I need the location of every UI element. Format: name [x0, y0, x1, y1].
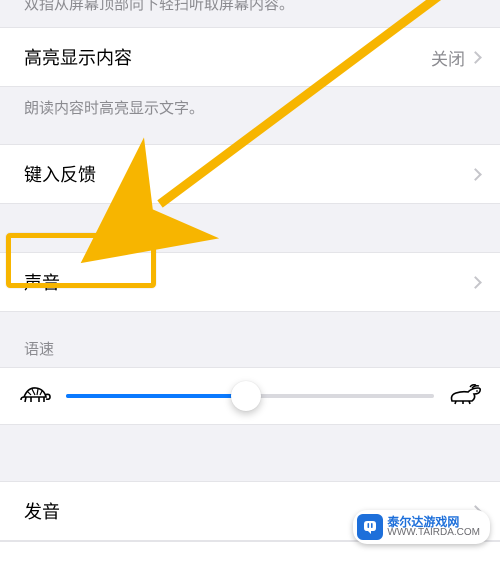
chevron-right-icon	[469, 276, 482, 289]
top-hint: 双指从屏幕顶部向下轻扫听取屏幕内容。	[0, 0, 500, 27]
row-value: 关闭	[431, 45, 465, 70]
row-label: 高亮显示内容	[24, 44, 431, 70]
watermark-badge: 泰尔达游戏网 WWW.TAIRDA.COM	[353, 510, 490, 544]
watermark-icon	[357, 514, 383, 540]
row-label: 声音	[24, 269, 471, 295]
rate-header: 语速	[0, 312, 500, 367]
row-highlight-content[interactable]: 高亮显示内容 关闭	[0, 28, 500, 86]
slider-thumb[interactable]	[231, 381, 261, 411]
chevron-right-icon	[469, 51, 482, 64]
partial-row	[0, 541, 500, 562]
slider-fill	[66, 394, 246, 398]
row-voice[interactable]: 声音	[0, 253, 500, 311]
chevron-right-icon	[469, 168, 482, 181]
row-label: 键入反馈	[24, 161, 471, 187]
group-voice: 声音	[0, 252, 500, 312]
highlight-footer: 朗读内容时高亮显示文字。	[0, 87, 500, 118]
hare-icon	[448, 383, 482, 410]
group-highlight: 高亮显示内容 关闭	[0, 27, 500, 87]
rate-slider[interactable]	[66, 383, 434, 409]
group-typing-feedback: 键入反馈	[0, 144, 500, 204]
tortoise-icon	[18, 383, 52, 410]
watermark-url: WWW.TAIRDA.COM	[387, 528, 480, 538]
row-speaking-rate	[0, 367, 500, 425]
watermark-text: 泰尔达游戏网 WWW.TAIRDA.COM	[387, 516, 480, 538]
row-typing-feedback[interactable]: 键入反馈	[0, 145, 500, 203]
